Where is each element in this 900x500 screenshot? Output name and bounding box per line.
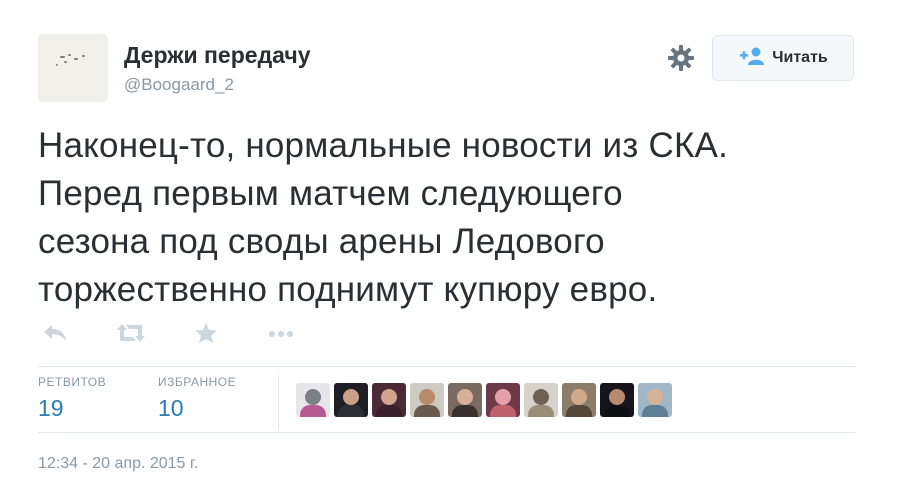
favoriter-avatar[interactable]	[448, 383, 482, 417]
favoriter-avatar[interactable]	[334, 383, 368, 417]
divider	[38, 366, 856, 367]
divider	[38, 432, 856, 433]
user-handle[interactable]: @Boogaard_2	[124, 75, 234, 95]
follow-button[interactable]: Читать	[712, 35, 854, 81]
favoriter-avatar[interactable]	[638, 383, 672, 417]
retweet-icon[interactable]	[116, 322, 146, 349]
favorite-icon[interactable]	[194, 322, 218, 349]
tweet-text-line: сезона под своды арены Ледового	[38, 222, 605, 261]
favoriter-avatar[interactable]	[486, 383, 520, 417]
tweet-text-line: торжественно поднимут купюру евро.	[38, 270, 658, 309]
user-avatar[interactable]	[38, 34, 108, 102]
stats-separator	[278, 375, 279, 430]
tweet-timestamp[interactable]: 12:34 - 20 апр. 2015 г.	[38, 455, 198, 473]
tweet-text-line: Перед первым матчем следующего	[38, 174, 623, 213]
retweets-label: РЕТВИТОВ	[38, 375, 107, 389]
tweet-text-line: Наконец-то, нормальные новости из СКА.	[38, 126, 728, 165]
favoriter-avatar[interactable]	[372, 383, 406, 417]
favoriter-avatar[interactable]	[410, 383, 444, 417]
favoriter-avatar[interactable]	[562, 383, 596, 417]
favorites-label: ИЗБРАННОЕ	[158, 375, 237, 389]
favoriters-avatars	[296, 383, 672, 417]
reply-icon[interactable]	[42, 322, 68, 349]
user-display-name[interactable]: Держи передачу	[124, 42, 311, 69]
retweets-count: 19	[38, 395, 64, 421]
retweets-stat[interactable]: РЕТВИТОВ 19	[38, 375, 106, 422]
follow-user-plus-icon	[738, 46, 765, 71]
follow-button-label: Читать	[772, 49, 828, 66]
tweet-text: Наконец-то, нормальные новости из СКА. П…	[38, 122, 868, 314]
favorites-stat[interactable]: ИЗБРАННОЕ 10	[158, 375, 236, 422]
gear-icon[interactable]	[665, 42, 697, 74]
favoriter-avatar[interactable]	[524, 383, 558, 417]
favoriter-avatar[interactable]	[600, 383, 634, 417]
favoriter-avatar[interactable]	[296, 383, 330, 417]
more-icon[interactable]	[266, 322, 296, 349]
favorites-count: 10	[158, 395, 184, 421]
